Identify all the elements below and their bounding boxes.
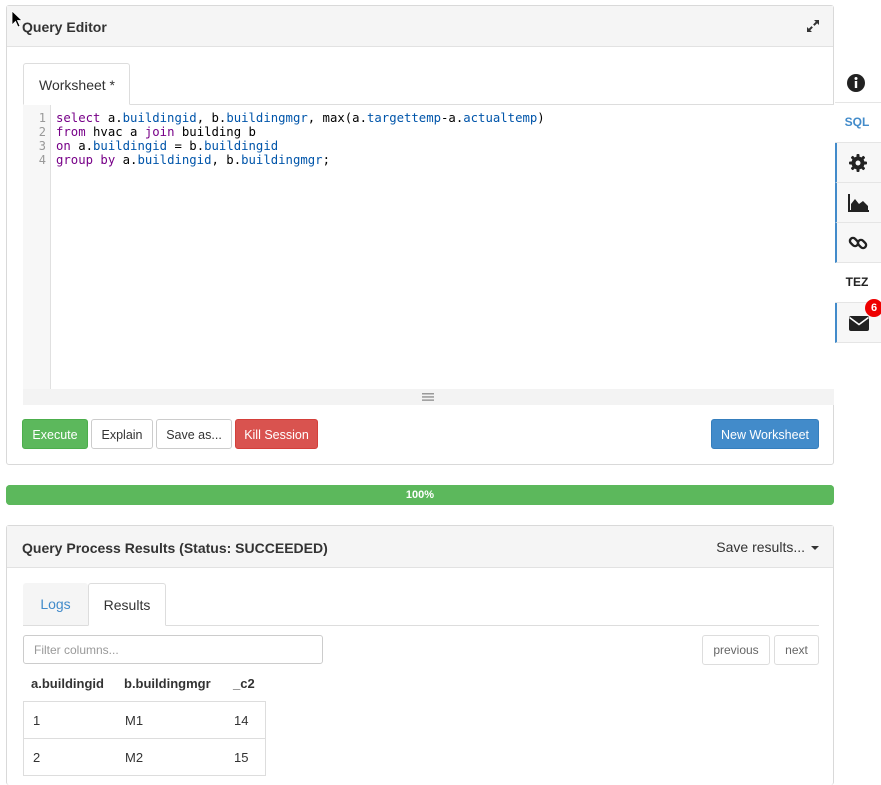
sql-text: ) — [537, 111, 545, 125]
kill-session-button[interactable]: Kill Session — [235, 419, 318, 449]
editor-resize-handle[interactable] — [23, 389, 834, 405]
sql-text: , b. — [211, 153, 242, 167]
sql-text: a. — [70, 139, 94, 153]
query-progress-bar: 100% — [6, 485, 834, 505]
sql-text: a. — [115, 153, 138, 167]
sidebar-sql-label: SQL — [844, 115, 870, 129]
query-results-title: Query Process Results (Status: SUCCEEDED… — [22, 540, 328, 556]
new-worksheet-button[interactable]: New Worksheet — [711, 419, 819, 449]
sql-editor[interactable]: 1 2 3 4 select a.buildingid, b.buildingm… — [23, 105, 834, 405]
sidebar-tez-label: TEZ — [845, 275, 869, 289]
save-as-button[interactable]: Save as... — [156, 419, 232, 449]
sql-text: hvac a — [85, 125, 145, 139]
previous-page-button[interactable]: previous — [702, 635, 770, 665]
column-header[interactable]: _c2 — [233, 676, 255, 691]
sql-keyword: select — [56, 111, 101, 125]
line-number: 3 — [38, 139, 46, 153]
table-cell: 14 — [234, 713, 249, 728]
code-line[interactable]: group by a.buildingid, b.buildingmgr; — [56, 153, 330, 167]
sql-property: actualtemp — [463, 111, 538, 125]
sql-keyword: join — [144, 125, 175, 139]
execute-button[interactable]: Execute — [22, 419, 88, 449]
table-cell: 15 — [234, 750, 249, 765]
query-editor-header: Query Editor — [7, 6, 833, 47]
sql-text: -a. — [441, 111, 464, 125]
sidebar-item-notifications[interactable]: 6 — [835, 299, 881, 343]
sql-text: = b. — [167, 139, 205, 153]
line-number-gutter: 1 2 3 4 — [23, 105, 51, 389]
sql-text: , b. — [196, 111, 227, 125]
table-cell: M2 — [125, 750, 144, 765]
sidebar-item-info[interactable] — [835, 63, 881, 103]
query-editor-panel: Query Editor Worksheet * 1 2 3 4 select … — [6, 5, 834, 465]
link-icon — [848, 236, 868, 250]
sql-property: targettemp — [366, 111, 442, 125]
sql-property: buildingmgr — [241, 153, 323, 167]
sql-property: buildingid — [122, 111, 197, 125]
save-results-label: Save results... — [716, 539, 805, 555]
sql-text: building b — [174, 125, 256, 139]
progress-label: 100% — [405, 489, 435, 501]
column-header[interactable]: b.buildingmgr — [124, 676, 211, 691]
tab-results[interactable]: Results — [88, 583, 166, 626]
line-number: 4 — [38, 153, 46, 167]
tab-logs[interactable]: Logs — [23, 583, 88, 626]
caret-down-icon — [811, 546, 819, 551]
line-number: 1 — [38, 111, 46, 125]
sidebar-item-visualization[interactable] — [835, 183, 881, 223]
explain-button[interactable]: Explain — [91, 419, 153, 449]
query-editor-title: Query Editor — [22, 19, 107, 35]
sql-property: buildingid — [204, 139, 279, 153]
sql-property: buildingid — [137, 153, 212, 167]
drag-handle-icon — [422, 393, 434, 401]
table-cell: 1 — [33, 713, 41, 728]
table-row: 2 M2 15 — [24, 739, 265, 776]
area-chart-icon — [848, 194, 869, 212]
sidebar-item-links[interactable] — [835, 223, 881, 263]
query-results-panel: Query Process Results (Status: SUCCEEDED… — [6, 525, 834, 785]
info-icon — [847, 74, 865, 92]
line-number: 2 — [38, 125, 46, 139]
sql-keyword: group by — [56, 153, 116, 167]
next-page-button[interactable]: next — [774, 635, 819, 665]
code-line[interactable]: select a.buildingid, b.buildingmgr, max(… — [56, 111, 545, 125]
sql-text: a. — [100, 111, 123, 125]
notification-badge: 6 — [865, 299, 881, 317]
results-table: 1 M1 14 2 M2 15 — [23, 701, 266, 776]
column-header[interactable]: a.buildingid — [31, 676, 104, 691]
table-cell: 2 — [33, 750, 41, 765]
sidebar-item-tez[interactable]: TEZ — [835, 263, 881, 303]
sql-property: buildingid — [93, 139, 168, 153]
sidebar-item-settings[interactable] — [835, 143, 881, 183]
sql-text: ; — [322, 153, 330, 167]
expand-icon[interactable] — [805, 18, 821, 34]
code-line[interactable]: from hvac a join building b — [56, 125, 256, 139]
tab-worksheet[interactable]: Worksheet * — [23, 63, 130, 105]
envelope-icon — [849, 316, 869, 331]
sql-keyword: on — [56, 139, 71, 153]
table-row: 1 M1 14 — [24, 702, 265, 739]
query-results-header: Query Process Results (Status: SUCCEEDED… — [7, 526, 833, 568]
table-cell: M1 — [125, 713, 144, 728]
gear-icon — [849, 154, 867, 172]
filter-columns-input[interactable] — [23, 635, 323, 664]
sql-keyword: from — [56, 125, 86, 139]
save-results-dropdown[interactable]: Save results... — [716, 539, 819, 555]
sidebar-item-sql[interactable]: SQL — [835, 103, 881, 143]
sql-property: buildingmgr — [226, 111, 308, 125]
sql-text: , max(a. — [307, 111, 367, 125]
code-line[interactable]: on a.buildingid = b.buildingid — [56, 139, 278, 153]
